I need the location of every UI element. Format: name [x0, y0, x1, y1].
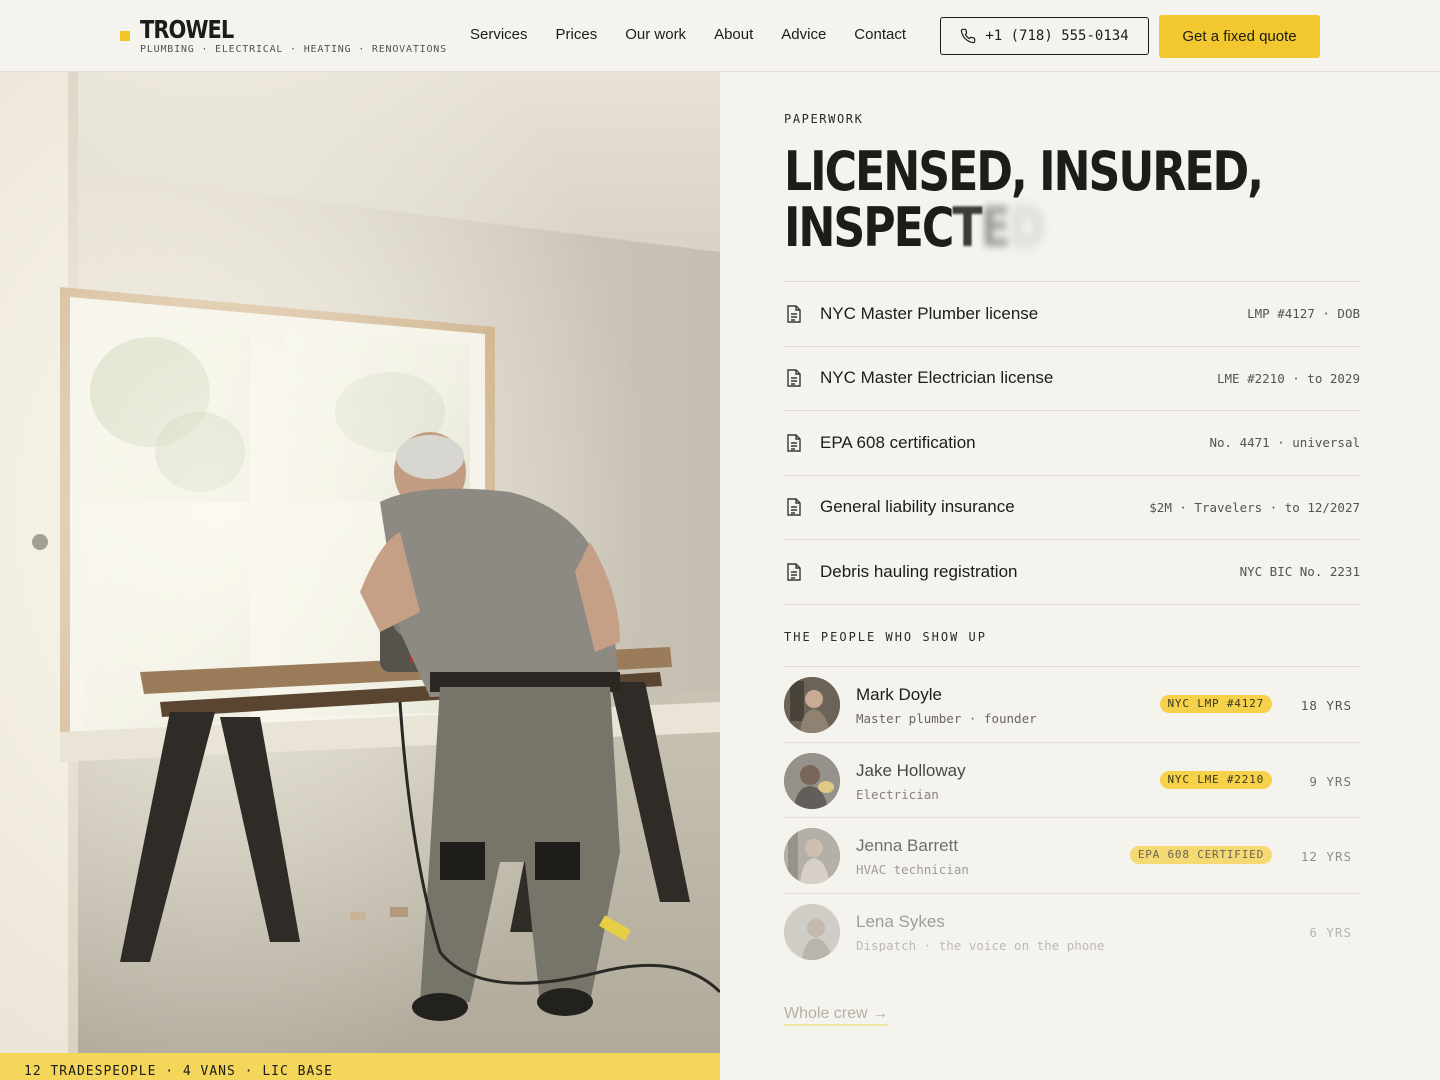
avatar: [784, 828, 840, 884]
site-header: TROWEL PLUMBING · ELECTRICAL · HEATING ·…: [0, 0, 1440, 72]
main-nav: Services Prices Our work About Advice Co…: [470, 26, 934, 43]
license-name: EPA 608 certification: [820, 432, 976, 452]
crew-member[interactable]: Jake Holloway Electrician NYC LME #2210 …: [784, 743, 1360, 818]
license-item: EPA 608 certification No. 4471 · univers…: [784, 411, 1360, 476]
license-list: NYC Master Plumber license LMP #4127 · D…: [784, 281, 1360, 605]
nav-prices[interactable]: Prices: [556, 26, 598, 43]
license-item: Debris hauling registration NYC BIC No. …: [784, 540, 1360, 605]
nav-our-work[interactable]: Our work: [625, 26, 686, 43]
license-number: LME #2210 · to 2029: [1217, 370, 1360, 386]
years-experience: 18 YRS: [1300, 698, 1352, 713]
years-experience: 9 YRS: [1309, 773, 1352, 789]
license-badge: NYC LME #2210: [1159, 770, 1272, 789]
section-eyebrow: PAPERWORK: [784, 112, 864, 126]
license-item: NYC Master Electrician license LME #2210…: [784, 347, 1360, 411]
years-experience: 6 YRS: [1309, 924, 1352, 940]
document-icon: [786, 369, 802, 387]
crew-role: Master plumber · founder: [856, 711, 1037, 726]
crew-name: Jenna Barrett: [856, 836, 959, 855]
brand-name: TROWEL: [140, 15, 234, 44]
headline-fade-letter: T: [952, 196, 982, 259]
crew-heading: THE PEOPLE WHO SHOW UP: [784, 630, 987, 644]
years-experience: 12 YRS: [1300, 849, 1352, 864]
headline-fade-letter: E: [980, 196, 1010, 259]
license-number: $2M · Travelers · to 12/2027: [1149, 499, 1360, 515]
crew-name: Mark Doyle: [856, 685, 942, 704]
phone-button[interactable]: +1 (718) 555-0134: [940, 17, 1149, 55]
get-quote-button[interactable]: Get a fixed quote: [1159, 15, 1320, 58]
crew-member[interactable]: Mark Doyle Master plumber · founder NYC …: [784, 667, 1360, 743]
license-number: NYC BIC No. 2231: [1239, 564, 1360, 580]
headline-line-2: INSPECTED: [784, 196, 1046, 259]
headline-line-1: LICENSED, INSURED,: [784, 140, 1264, 203]
license-badge: NYC LMP #4127: [1159, 695, 1272, 713]
page-title: LICENSED, INSURED, INSPECTED: [784, 144, 1292, 256]
nav-services[interactable]: Services: [470, 26, 528, 43]
avatar: [784, 752, 840, 809]
brand-tagline: PLUMBING · ELECTRICAL · HEATING · RENOVA…: [140, 44, 447, 55]
crew-name: Jake Holloway: [856, 760, 966, 780]
crew-member[interactable]: Lena Sykes Dispatch · the voice on the p…: [784, 894, 1360, 970]
document-icon: [786, 563, 802, 581]
document-icon: [786, 498, 802, 516]
license-item: General liability insurance $2M · Travel…: [784, 476, 1360, 540]
license-number: No. 4471 · universal: [1209, 435, 1360, 451]
nav-about[interactable]: About: [714, 26, 753, 43]
avatar: [784, 677, 840, 733]
license-number: LMP #4127 · DOB: [1247, 306, 1360, 322]
document-icon: [786, 434, 802, 452]
document-icon: [786, 305, 802, 323]
license-name: Debris hauling registration: [820, 561, 1018, 581]
team-stats-bar: 12 TRADESPEOPLE · 4 VANS · LIC BASE: [0, 1053, 720, 1080]
tradesman-photo: [0, 72, 720, 1053]
crew-role: Electrician: [856, 786, 939, 802]
hero-photo: [0, 72, 720, 1053]
avatar: [784, 903, 840, 960]
whole-crew-link[interactable]: Whole crew →: [784, 1005, 889, 1026]
certification-badge: EPA 608 CERTIFIED: [1129, 846, 1272, 864]
phone-number: +1 (718) 555-0134: [985, 28, 1129, 44]
headline-text: INSPEC: [784, 196, 954, 259]
square-mark-icon: [120, 31, 130, 41]
nav-contact[interactable]: Contact: [854, 26, 906, 43]
license-item: NYC Master Plumber license LMP #4127 · D…: [784, 282, 1360, 347]
crew-role: Dispatch · the voice on the phone: [856, 937, 1105, 953]
phone-icon: [960, 28, 976, 44]
nav-advice[interactable]: Advice: [781, 26, 826, 43]
crew-member[interactable]: Jenna Barrett HVAC technician EPA 608 CE…: [784, 818, 1360, 894]
license-name: General liability insurance: [820, 497, 1015, 517]
crew-name: Lena Sykes: [856, 911, 945, 931]
crew-list: Mark Doyle Master plumber · founder NYC …: [784, 666, 1360, 969]
headline-fade-letter: D: [1008, 196, 1046, 259]
crew-role: HVAC technician: [856, 862, 969, 877]
license-name: NYC Master Electrician license: [820, 368, 1054, 388]
license-name: NYC Master Plumber license: [820, 303, 1039, 323]
